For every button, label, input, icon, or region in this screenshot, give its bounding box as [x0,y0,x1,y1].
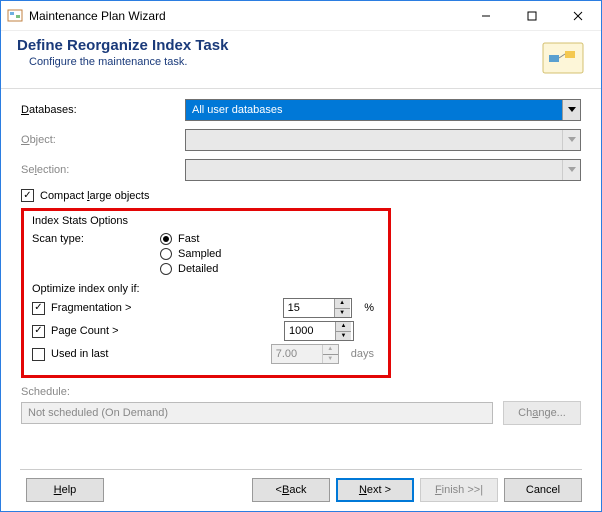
back-button[interactable]: < Back [252,478,330,502]
change-schedule-button: Change... [503,401,581,425]
selection-label: Selection: [21,164,185,176]
object-row: Object: [21,129,581,151]
databases-value: All user databases [186,100,562,120]
window-title: Maintenance Plan Wizard [29,9,463,23]
radio-icon [160,233,172,245]
compact-label: Compact large objects [40,190,149,202]
page-subtitle: Configure the maintenance task. [29,56,539,68]
checkbox-icon [21,189,34,202]
object-combobox [185,129,581,151]
close-button[interactable] [555,1,601,31]
maximize-button[interactable] [509,1,555,31]
schedule-value: Not scheduled (On Demand) [21,402,493,424]
selection-combobox [185,159,581,181]
spinner-buttons[interactable]: ▲▼ [334,299,350,317]
schedule-label: Schedule: [21,386,581,398]
scan-type-detailed-radio[interactable]: Detailed [160,263,218,275]
selection-value [186,160,562,180]
fragmentation-spinner[interactable]: ▲▼ [283,298,353,318]
finish-button: Finish >>| [420,478,498,502]
scan-type-sampled-radio[interactable]: Sampled [160,248,221,260]
chevron-down-icon [562,130,580,150]
index-stats-group: Index Stats Options Scan type: Fast Samp… [21,208,391,378]
index-stats-label: Index Stats Options [32,215,374,227]
wizard-graphic-icon [539,37,587,79]
wizard-header: Define Reorganize Index Task Configure t… [1,31,601,89]
fragmentation-input[interactable] [284,299,334,317]
page-count-input[interactable] [285,322,335,340]
used-in-last-spinner: ▲▼ [271,344,339,364]
databases-label: Databases: [21,104,185,116]
compact-large-objects-checkbox[interactable]: Compact large objects [21,189,581,202]
fragmentation-checkbox[interactable]: Fragmentation > [51,302,131,314]
titlebar: Maintenance Plan Wizard [1,1,601,31]
object-label: Object: [21,134,185,146]
scan-type-fast-radio[interactable]: Fast [160,233,199,245]
selection-row: Selection: [21,159,581,181]
help-button[interactable]: Help [26,478,104,502]
page-title: Define Reorganize Index Task [17,37,539,54]
next-button[interactable]: Next > [336,478,414,502]
radio-icon [160,248,172,260]
optimize-only-if-label: Optimize index only if: [32,283,374,295]
databases-row: Databases: All user databases [21,99,581,121]
databases-combobox[interactable]: All user databases [185,99,581,121]
scan-type-label: Scan type: [32,233,150,245]
page-count-spinner[interactable]: ▲▼ [284,321,354,341]
schedule-section: Schedule: Not scheduled (On Demand) Chan… [21,386,581,425]
chevron-down-icon [562,160,580,180]
minimize-button[interactable] [463,1,509,31]
checkbox-icon [32,325,45,338]
used-in-last-unit: days [351,348,374,360]
spinner-buttons: ▲▼ [322,345,338,363]
checkbox-icon [32,348,45,361]
fragmentation-unit: % [364,302,374,314]
used-in-last-checkbox[interactable]: Used in last [51,348,108,360]
wizard-icon [7,8,23,24]
chevron-down-icon[interactable] [562,100,580,120]
object-value [186,130,562,150]
wizard-footer: Help < Back Next > Finish >>| Cancel [20,469,582,502]
page-count-checkbox[interactable]: Page Count > [51,325,119,337]
cancel-button[interactable]: Cancel [504,478,582,502]
checkbox-icon [32,302,45,315]
used-in-last-input [272,345,322,363]
spinner-buttons[interactable]: ▲▼ [335,322,351,340]
radio-icon [160,263,172,275]
